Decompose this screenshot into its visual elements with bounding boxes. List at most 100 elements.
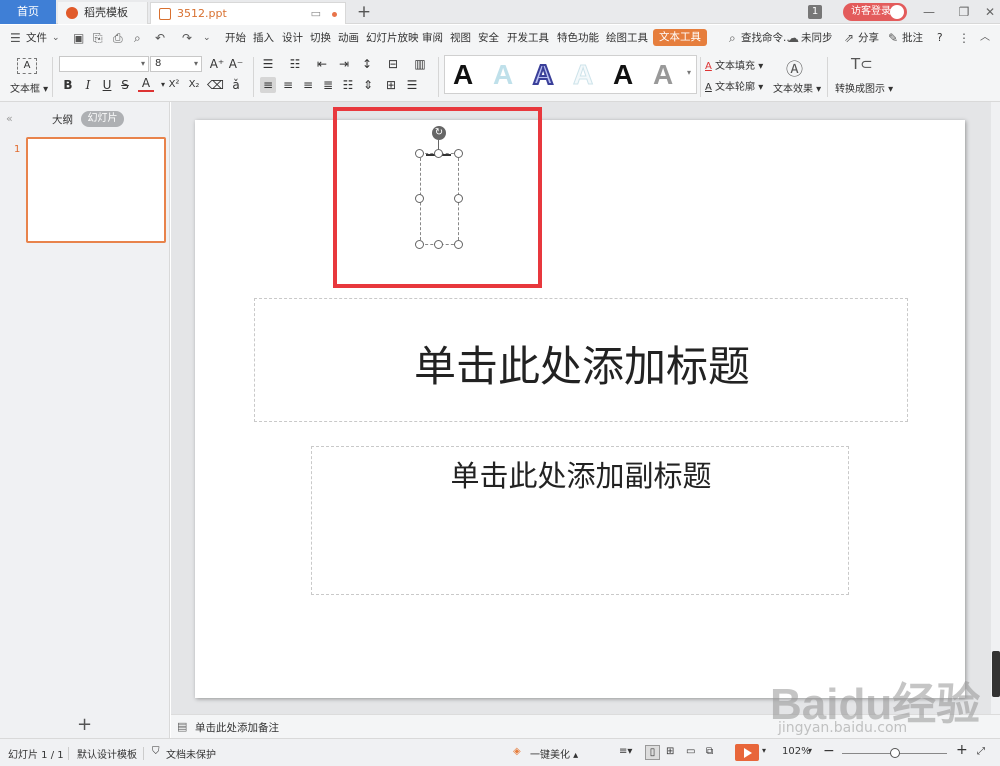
menu-item-features[interactable]: 特色功能 — [557, 25, 599, 51]
tab-slides[interactable]: 幻灯片 — [81, 111, 124, 127]
restore-icon[interactable]: ❐ — [950, 0, 978, 24]
menu-item-security[interactable]: 安全 — [478, 25, 499, 51]
resize-handle[interactable] — [454, 194, 463, 203]
share-button[interactable]: 分享 — [858, 25, 879, 51]
font-size-select[interactable]: 8 ▾ — [150, 56, 202, 72]
menu-item-design[interactable]: 设计 — [282, 25, 303, 51]
search-icon[interactable]: ⌕ — [729, 25, 736, 51]
text-style-black[interactable]: A — [453, 58, 473, 92]
text-effects-icon[interactable]: Ⓐ — [786, 55, 803, 80]
menu-item-transition[interactable]: 切换 — [310, 25, 331, 51]
normal-view-icon[interactable]: ▯ — [645, 745, 660, 760]
slide-thumbnail[interactable] — [26, 137, 166, 243]
design-template[interactable]: 默认设计模板 — [77, 746, 137, 761]
title-placeholder[interactable]: 单击此处添加标题 — [254, 298, 908, 422]
text-style-gray[interactable]: A — [653, 58, 673, 92]
chevron-down-icon[interactable]: ⌄ — [52, 25, 60, 51]
presenter-view-icon[interactable]: ⧉ — [706, 746, 713, 757]
menu-item-developer[interactable]: 开发工具 — [507, 25, 549, 51]
resize-handle[interactable] — [434, 149, 443, 158]
help-button[interactable]: ? — [937, 25, 943, 51]
text-fill-button[interactable]: A 文本填充 ▾ — [705, 57, 763, 72]
save-icon[interactable]: ▣ — [73, 25, 84, 51]
print-icon[interactable]: ⎙ — [113, 25, 123, 51]
decrease-font-icon[interactable]: A⁻ — [228, 56, 244, 72]
preview-icon[interactable]: ⌕ — [134, 25, 141, 51]
reading-view-icon[interactable]: ▭ — [686, 746, 695, 757]
menu-item-drawing-tools[interactable]: 绘图工具 — [606, 25, 648, 51]
collapse-panel-icon[interactable]: « — [6, 112, 13, 125]
font-color-button[interactable]: A — [138, 77, 154, 92]
line-spacing-icon[interactable]: ↕ — [359, 56, 375, 72]
subscript-button[interactable]: X₂ — [185, 77, 203, 93]
resize-handle[interactable] — [454, 149, 463, 158]
superscript-button[interactable]: X² — [165, 77, 183, 93]
vertical-align-icon[interactable]: ⇕ — [360, 77, 376, 93]
tab-document[interactable]: 3512.ppt ▭ — [150, 2, 346, 24]
tab-outline[interactable]: 大纲 — [52, 112, 73, 127]
resize-handle[interactable] — [415, 149, 424, 158]
align-center-icon[interactable]: ≡ — [280, 77, 296, 93]
resize-handle[interactable] — [415, 194, 424, 203]
numbering-icon[interactable]: ☷ — [287, 56, 303, 72]
protection-status[interactable]: 文档未保护 — [166, 746, 216, 761]
menu-item-start[interactable]: 开始 — [225, 25, 246, 51]
notes-toggle-icon[interactable]: ≡▾ — [619, 746, 632, 757]
text-style-light-blue[interactable]: A — [493, 58, 513, 92]
sync-status[interactable]: 未同步 — [801, 25, 833, 51]
text-outline-button[interactable]: A 文本轮廓 ▾ — [705, 78, 763, 93]
text-direction-icon[interactable]: ⊟ — [385, 56, 401, 72]
menu-item-review[interactable]: 审阅 — [422, 25, 443, 51]
textbox-icon[interactable]: A — [17, 58, 37, 74]
text-style-bold-black[interactable]: A — [613, 58, 633, 92]
slide-sorter-icon[interactable]: ⊞ — [666, 746, 674, 757]
resize-handle[interactable] — [415, 240, 424, 249]
minimize-icon[interactable]: — — [915, 0, 943, 24]
phonetic-guide-icon[interactable]: ǎ — [228, 77, 244, 93]
font-family-select[interactable]: ▾ — [59, 56, 149, 72]
tab-daoke-templates[interactable]: 稻壳模板 — [58, 2, 148, 24]
beautify-button[interactable]: 一键美化 ▴ — [530, 746, 578, 761]
text-effects-button[interactable]: 文本效果 ▾ — [773, 80, 821, 95]
close-icon[interactable]: ✕ — [976, 0, 1000, 24]
undo-icon[interactable]: ↶ — [155, 25, 165, 51]
increase-font-icon[interactable]: A⁺ — [209, 56, 225, 72]
bold-button[interactable]: B — [60, 77, 76, 93]
menu-item-animation[interactable]: 动画 — [338, 25, 359, 51]
menu-item-slideshow[interactable]: 幻灯片放映 — [366, 25, 419, 51]
clear-format-icon[interactable]: ⌫ — [207, 77, 224, 93]
vertical-scrollbar[interactable] — [991, 102, 1000, 714]
align-right-icon[interactable]: ≡ — [300, 77, 316, 93]
share-icon[interactable]: ⇗ — [844, 25, 854, 51]
menu-item-insert[interactable]: 插入 — [253, 25, 274, 51]
collapse-ribbon-icon[interactable]: ︿ — [980, 25, 990, 51]
redo-icon[interactable]: ↷ — [182, 25, 192, 51]
bullets-icon[interactable]: ☰ — [260, 56, 276, 72]
hamburger-icon[interactable]: ☰ — [10, 25, 21, 51]
textbox-button[interactable]: 文本框 ▾ — [10, 80, 48, 95]
notes-placeholder[interactable]: 单击此处添加备注 — [195, 720, 279, 735]
tab-home[interactable]: 首页 — [0, 0, 56, 24]
menu-item-text-tools[interactable]: 文本工具 — [653, 29, 707, 46]
more-chevron-icon[interactable]: ⌄ — [203, 25, 211, 51]
chevron-down-icon[interactable]: ▾ — [762, 746, 766, 755]
monitor-icon[interactable]: ▭ — [311, 3, 321, 25]
decrease-indent-icon[interactable]: ⇤ — [314, 56, 330, 72]
add-slide-button[interactable]: + — [77, 714, 92, 735]
convert-smartart-icon[interactable]: T⊂ — [851, 55, 873, 73]
italic-button[interactable]: I — [80, 77, 96, 93]
gallery-more-icon[interactable]: ▾ — [687, 68, 691, 77]
guest-login-button[interactable]: 访客登录 — [843, 3, 907, 21]
menu-item-view[interactable]: 视图 — [450, 25, 471, 51]
new-tab-button[interactable]: + — [354, 0, 374, 24]
justify-icon[interactable]: ≣ — [320, 77, 336, 93]
subtitle-placeholder[interactable]: 单击此处添加副标题 — [311, 446, 849, 595]
distribute-icon[interactable]: ☷ — [340, 77, 356, 93]
cloud-sync-icon[interactable]: ☁ — [787, 25, 799, 51]
resize-handle[interactable] — [434, 240, 443, 249]
text-style-outline-blue[interactable]: A — [532, 58, 554, 92]
command-search[interactable]: 查找命令... — [741, 25, 793, 51]
increase-indent-icon[interactable]: ⇥ — [336, 56, 352, 72]
paragraph-spacing-icon[interactable]: ☰ — [404, 77, 420, 93]
resize-handle[interactable] — [454, 240, 463, 249]
